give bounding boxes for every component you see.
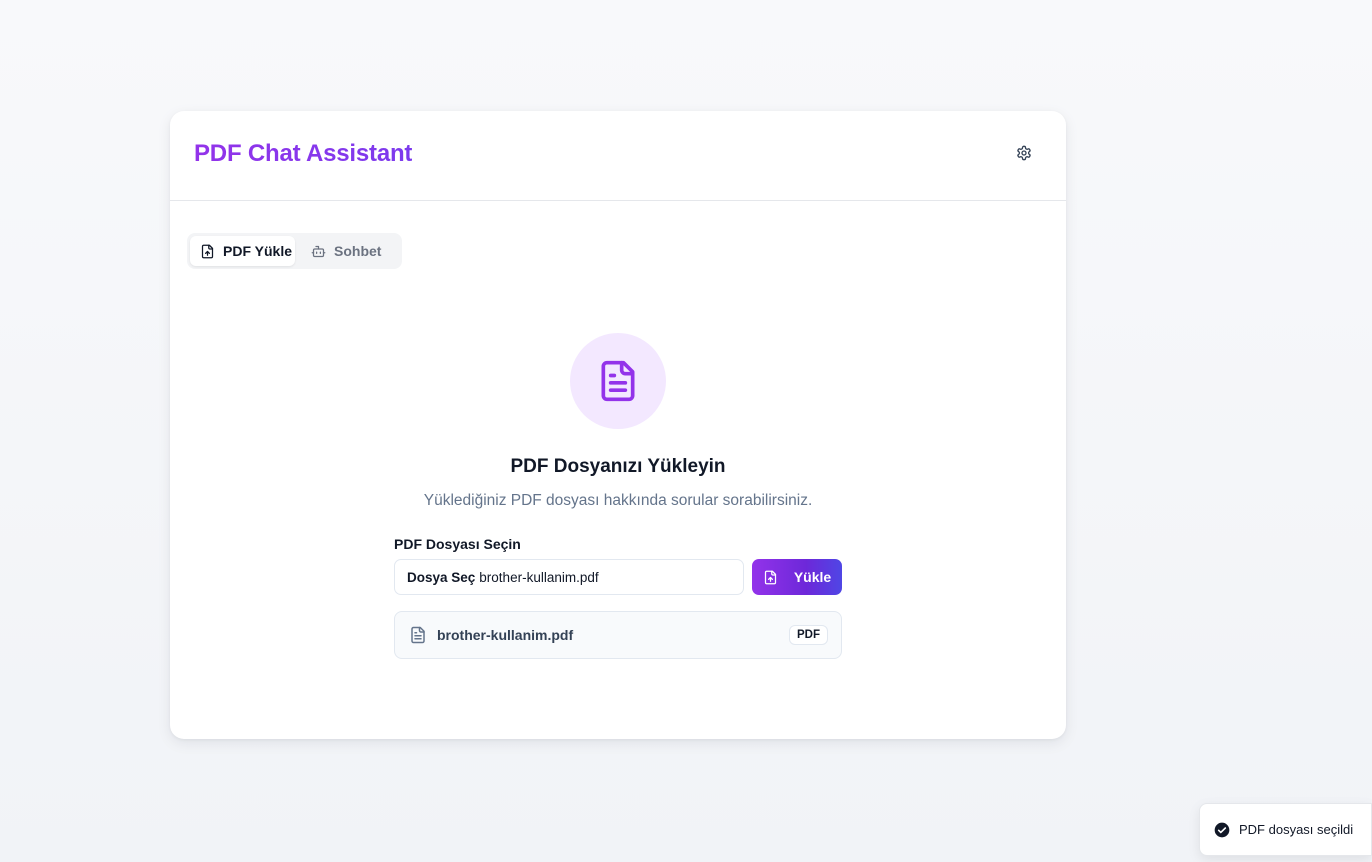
file-field-label: PDF Dosyası Seçin bbox=[394, 536, 521, 552]
settings-button[interactable] bbox=[1013, 142, 1035, 164]
file-upload-icon bbox=[763, 570, 778, 585]
tab-bar: PDF Yükle Sohbet bbox=[187, 233, 402, 269]
selected-file-row: brother-kullanim.pdf PDF bbox=[394, 611, 842, 659]
tab-pdf-upload[interactable]: PDF Yükle bbox=[190, 236, 295, 266]
file-text-icon bbox=[596, 357, 640, 405]
tab-chat[interactable]: Sohbet bbox=[301, 236, 390, 266]
check-circle-icon bbox=[1214, 822, 1230, 838]
main-card: PDF Chat Assistant PDF Yükle Sohbet PDF … bbox=[170, 111, 1066, 739]
selected-file-name: brother-kullanim.pdf bbox=[437, 627, 574, 643]
file-input-value: brother-kullanim.pdf bbox=[479, 569, 599, 585]
upload-subheading: Yüklediğiniz PDF dosyası hakkında sorula… bbox=[423, 492, 813, 509]
choose-file-button[interactable]: Dosya Seç bbox=[407, 570, 475, 585]
tab-chat-label: Sohbet bbox=[334, 243, 382, 259]
file-type-badge: PDF bbox=[789, 625, 828, 645]
app-title: PDF Chat Assistant bbox=[194, 140, 413, 167]
file-text-icon bbox=[409, 625, 427, 645]
hero-icon-circle bbox=[570, 333, 666, 429]
upload-button[interactable]: Yükle bbox=[752, 559, 842, 595]
tab-pdf-upload-label: PDF Yükle bbox=[223, 243, 292, 259]
bot-icon bbox=[311, 244, 326, 259]
file-input[interactable]: Dosya Seç brother-kullanim.pdf bbox=[394, 559, 744, 595]
card-header: PDF Chat Assistant bbox=[170, 111, 1066, 201]
toast-notification: PDF dosyası seçildi bbox=[1199, 803, 1372, 856]
upload-heading: PDF Dosyanızı Yükleyin bbox=[510, 456, 726, 477]
gear-icon bbox=[1016, 145, 1032, 161]
file-upload-icon bbox=[200, 244, 215, 259]
upload-button-label: Yükle bbox=[793, 569, 832, 585]
toast-message: PDF dosyası seçildi bbox=[1239, 822, 1354, 837]
